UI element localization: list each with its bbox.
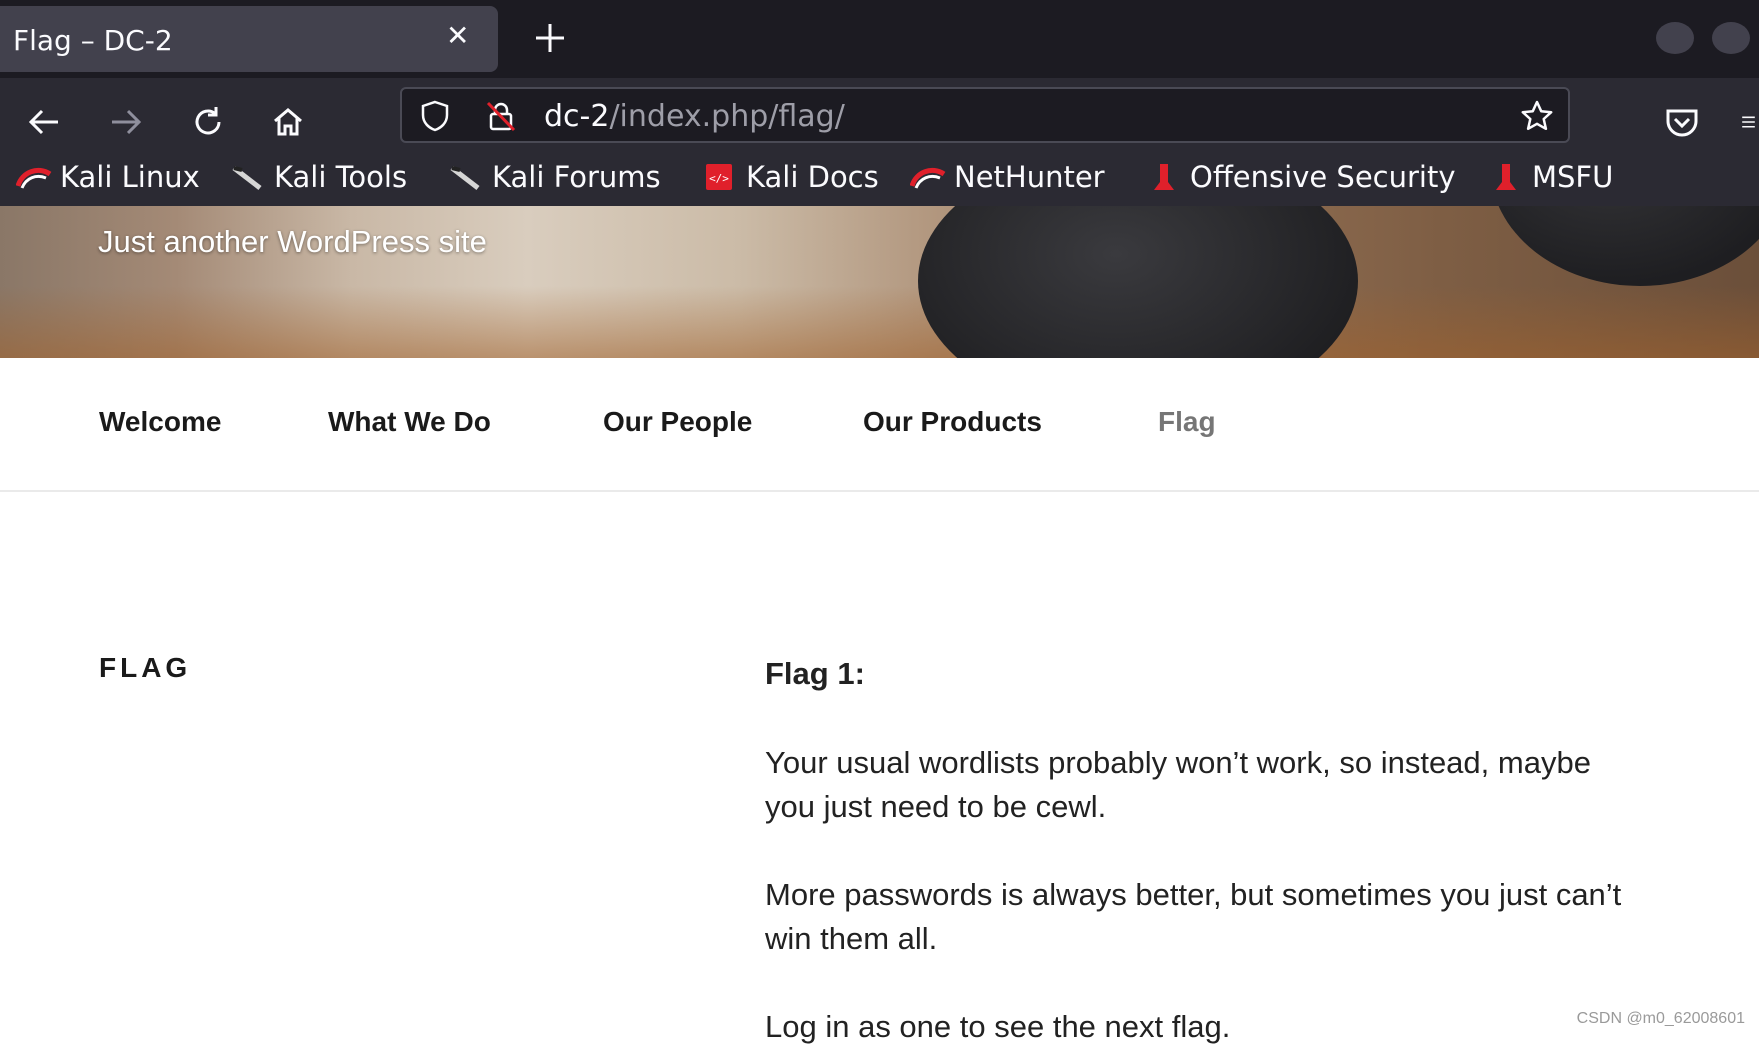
kali-dragon-icon (15, 162, 52, 192)
offsec-icon (1488, 162, 1524, 192)
bookmark-label: NetHunter (954, 160, 1105, 194)
kali-docs-icon: </> (702, 162, 738, 192)
navigation-toolbar: dc-2/index.php/flag/ Kali Linux Kali Too… (0, 78, 1759, 206)
bookmark-star-icon[interactable] (1520, 99, 1554, 137)
bookmark-label: Offensive Security (1190, 160, 1456, 194)
pocket-icon[interactable] (1660, 100, 1704, 144)
bookmark-kali-linux[interactable]: Kali Linux (15, 160, 200, 194)
entry-heading: Flag 1: (765, 656, 865, 691)
bookmark-label: Kali Forums (492, 160, 661, 194)
kali-forums-icon (448, 162, 484, 192)
url-path: /index.php/flag/ (609, 99, 845, 134)
maximize-window-button[interactable] (1712, 22, 1750, 54)
svg-text:</>: </> (709, 172, 729, 185)
close-tab-icon[interactable]: ✕ (446, 22, 469, 50)
minimize-window-button[interactable] (1656, 22, 1694, 54)
bookmark-offensive-security[interactable]: Offensive Security (1146, 160, 1456, 194)
page-title: FLAG (99, 652, 192, 683)
site-header-image: Just another WordPress site (0, 206, 1759, 358)
url-text[interactable]: dc-2/index.php/flag/ (544, 99, 845, 134)
tracking-protection-shield-icon[interactable] (418, 99, 452, 137)
tab-strip: Flag – DC-2 ✕ (0, 0, 1759, 78)
menu-item-what-we-do[interactable]: What We Do (328, 406, 491, 438)
tab-flag-dc2[interactable]: Flag – DC-2 ✕ (0, 6, 498, 72)
back-arrow-icon[interactable] (22, 100, 66, 144)
reload-icon[interactable] (186, 100, 230, 144)
header-image-sphere (918, 206, 1358, 358)
insecure-connection-lock-icon[interactable] (484, 99, 518, 137)
bookmark-kali-tools[interactable]: Kali Tools (230, 160, 407, 194)
bookmark-msfu[interactable]: MSFU (1488, 160, 1613, 194)
tab-title: Flag – DC-2 (13, 24, 173, 57)
site-tagline: Just another WordPress site (98, 224, 487, 259)
csdn-watermark: CSDN @m0_62008601 (1576, 1010, 1745, 1027)
new-tab-icon[interactable] (530, 18, 570, 58)
bookmark-nethunter[interactable]: NetHunter (909, 160, 1105, 194)
entry-content: Flag 1: Your usual wordlists probably wo… (765, 652, 1645, 1049)
menu-item-our-people[interactable]: Our People (603, 406, 752, 438)
bookmarks-toolbar: Kali Linux Kali Tools Kali Forums </> Ka… (0, 154, 1759, 206)
menu-item-our-products[interactable]: Our Products (863, 406, 1042, 438)
bookmark-kali-docs[interactable]: </> Kali Docs (702, 160, 879, 194)
kali-dragon-icon (909, 162, 946, 192)
hamburger-menu-icon[interactable] (1738, 100, 1759, 144)
forward-arrow-icon[interactable] (104, 100, 148, 144)
entry-paragraph: Your usual wordlists probably won’t work… (765, 745, 1591, 824)
url-host: dc-2 (544, 99, 610, 134)
bookmark-label: Kali Linux (60, 160, 200, 194)
bookmark-label: Kali Docs (746, 160, 879, 194)
header-image-sphere (1490, 206, 1759, 286)
entry-paragraph: Log in as one to see the next flag. (765, 1009, 1231, 1044)
menu-item-welcome[interactable]: Welcome (99, 406, 221, 438)
url-bar[interactable]: dc-2/index.php/flag/ (400, 87, 1570, 143)
home-icon[interactable] (266, 100, 310, 144)
site-navigation-menu: Welcome What We Do Our People Our Produc… (0, 358, 1759, 492)
bookmark-label: Kali Tools (274, 160, 408, 194)
entry-paragraph: More passwords is always better, but som… (765, 877, 1622, 956)
bookmark-label: MSFU (1532, 160, 1614, 194)
kali-tools-icon (230, 162, 266, 192)
menu-item-flag[interactable]: Flag (1158, 406, 1216, 438)
bookmark-kali-forums[interactable]: Kali Forums (448, 160, 661, 194)
offsec-icon (1146, 162, 1182, 192)
